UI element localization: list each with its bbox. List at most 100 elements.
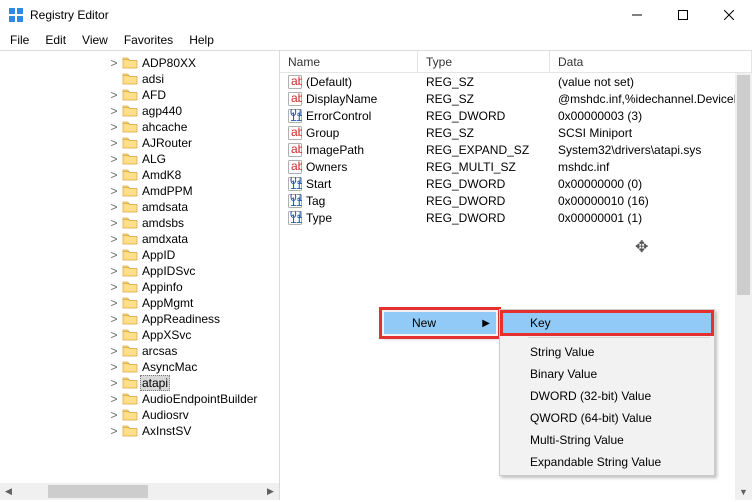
value-type: REG_MULTI_SZ xyxy=(418,160,550,174)
menu-help[interactable]: Help xyxy=(181,31,222,49)
tree-item-label: AppXSvc xyxy=(140,328,193,342)
value-row[interactable]: abDisplayNameREG_SZ@mshdc.inf,%idechanne… xyxy=(280,90,752,107)
tree-item[interactable]: > AudioEndpointBuilder xyxy=(0,391,279,407)
column-type[interactable]: Type xyxy=(418,51,550,72)
tree-item[interactable]: >AJRouter xyxy=(0,135,279,151)
expand-toggle-icon[interactable]: > xyxy=(108,425,120,437)
tree-item[interactable]: >AxInstSV xyxy=(0,423,279,439)
menu-favorites[interactable]: Favorites xyxy=(116,31,181,49)
expand-toggle-icon[interactable]: > xyxy=(108,409,120,421)
expand-toggle-icon[interactable]: > xyxy=(108,89,120,101)
tree-item[interactable]: >AppReadiness xyxy=(0,311,279,327)
value-row[interactable]: 011110TypeREG_DWORD0x00000001 (1) xyxy=(280,209,752,226)
context-item-binary-value[interactable]: Binary Value xyxy=(502,363,712,385)
value-type: REG_EXPAND_SZ xyxy=(418,143,550,157)
expand-toggle-icon[interactable]: > xyxy=(108,169,120,181)
close-button[interactable] xyxy=(706,0,752,30)
folder-icon xyxy=(122,408,138,422)
tree-item[interactable]: >arcsas xyxy=(0,343,279,359)
value-name: Group xyxy=(306,126,339,140)
svg-text:ab: ab xyxy=(291,143,302,156)
tree-item[interactable]: > AppXSvc xyxy=(0,327,279,343)
value-row[interactable]: abOwnersREG_MULTI_SZmshdc.inf xyxy=(280,158,752,175)
expand-toggle-icon[interactable]: > xyxy=(108,105,120,117)
expand-toggle-icon[interactable]: > xyxy=(108,377,120,389)
tree-item[interactable]: >agp440 xyxy=(0,103,279,119)
context-item-key[interactable]: Key xyxy=(502,312,712,334)
tree-item[interactable]: >AmdK8 xyxy=(0,167,279,183)
menu-file[interactable]: File xyxy=(2,31,37,49)
menu-view[interactable]: View xyxy=(74,31,116,49)
value-row[interactable]: 011110TagREG_DWORD0x00000010 (16) xyxy=(280,192,752,209)
scroll-thumb[interactable] xyxy=(737,75,750,295)
tree-item[interactable]: >amdxata xyxy=(0,231,279,247)
scroll-down-icon[interactable]: ▼ xyxy=(735,483,752,500)
value-type: REG_SZ xyxy=(418,126,550,140)
expand-toggle-icon[interactable]: > xyxy=(108,217,120,229)
tree-item[interactable]: > atapi xyxy=(0,375,279,391)
string-value-icon: ab xyxy=(288,143,302,157)
context-item-new[interactable]: New ▶ xyxy=(384,312,496,334)
expand-toggle-icon[interactable]: > xyxy=(108,393,120,405)
expand-toggle-icon[interactable]: > xyxy=(108,201,120,213)
expand-toggle-icon[interactable]: > xyxy=(108,361,120,373)
svg-text:110: 110 xyxy=(290,178,302,191)
expand-toggle-icon[interactable]: > xyxy=(108,329,120,341)
value-row[interactable]: abGroupREG_SZSCSI Miniport xyxy=(280,124,752,141)
scroll-right-icon[interactable]: ▶ xyxy=(262,483,279,500)
tree-item[interactable]: >AppMgmt xyxy=(0,295,279,311)
value-row[interactable]: 011110StartREG_DWORD0x00000000 (0) xyxy=(280,175,752,192)
expand-toggle-icon[interactable]: > xyxy=(108,137,120,149)
tree-item-label: AppID xyxy=(140,248,177,262)
tree-item[interactable]: >adsi xyxy=(0,71,279,87)
expand-toggle-icon[interactable]: > xyxy=(108,265,120,277)
expand-toggle-icon[interactable]: > xyxy=(108,281,120,293)
svg-text:110: 110 xyxy=(290,110,302,123)
column-data[interactable]: Data xyxy=(550,51,752,72)
tree-item[interactable]: >Audiosrv xyxy=(0,407,279,423)
context-item-multi-string-value[interactable]: Multi-String Value xyxy=(502,429,712,451)
value-row[interactable]: abImagePathREG_EXPAND_SZSystem32\drivers… xyxy=(280,141,752,158)
expand-toggle-icon[interactable]: > xyxy=(108,313,120,325)
expand-toggle-icon[interactable]: > xyxy=(108,153,120,165)
menu-edit[interactable]: Edit xyxy=(37,31,74,49)
maximize-button[interactable] xyxy=(660,0,706,30)
context-item-label: QWORD (64-bit) Value xyxy=(530,411,652,425)
tree-item[interactable]: >amdsbs xyxy=(0,215,279,231)
folder-icon xyxy=(122,392,138,406)
context-item-qword-value[interactable]: QWORD (64-bit) Value xyxy=(502,407,712,429)
value-row[interactable]: ab(Default)REG_SZ(value not set) xyxy=(280,73,752,90)
tree-item-label: AudioEndpointBuilder xyxy=(140,392,259,406)
minimize-button[interactable] xyxy=(614,0,660,30)
expand-toggle-icon[interactable]: > xyxy=(108,57,120,69)
expand-toggle-icon[interactable]: > xyxy=(108,249,120,261)
tree-item[interactable]: >AFD xyxy=(0,87,279,103)
tree-item[interactable]: >amdsata xyxy=(0,199,279,215)
value-row[interactable]: 011110ErrorControlREG_DWORD0x00000003 (3… xyxy=(280,107,752,124)
tree-item[interactable]: >ADP80XX xyxy=(0,55,279,71)
expand-toggle-icon[interactable]: > xyxy=(108,185,120,197)
tree-item[interactable]: >AppIDSvc xyxy=(0,263,279,279)
context-item-dword-value[interactable]: DWORD (32-bit) Value xyxy=(502,385,712,407)
expand-toggle-icon[interactable]: > xyxy=(108,345,120,357)
expand-toggle-icon[interactable]: > xyxy=(108,233,120,245)
tree-item[interactable]: >ahcache xyxy=(0,119,279,135)
tree-item[interactable]: >Appinfo xyxy=(0,279,279,295)
tree-item[interactable]: >AsyncMac xyxy=(0,359,279,375)
column-name[interactable]: Name xyxy=(280,51,418,72)
expand-toggle-icon[interactable]: > xyxy=(108,121,120,133)
tree-item-label: atapi xyxy=(140,375,170,391)
context-item-string-value[interactable]: String Value xyxy=(502,341,712,363)
scroll-left-icon[interactable]: ◀ xyxy=(0,483,17,500)
tree-item[interactable]: > AppID xyxy=(0,247,279,263)
context-item-expandable-string-value[interactable]: Expandable String Value xyxy=(502,451,712,473)
expand-toggle-icon[interactable]: > xyxy=(108,297,120,309)
value-type: REG_DWORD xyxy=(418,177,550,191)
folder-icon xyxy=(122,72,138,86)
tree-horizontal-scrollbar[interactable]: ◀ ▶ xyxy=(0,483,279,500)
tree-item[interactable]: >AmdPPM xyxy=(0,183,279,199)
scroll-thumb[interactable] xyxy=(48,485,148,498)
values-vertical-scrollbar[interactable]: ▲ ▼ xyxy=(735,73,752,500)
folder-icon xyxy=(122,152,138,166)
tree-item[interactable]: >ALG xyxy=(0,151,279,167)
